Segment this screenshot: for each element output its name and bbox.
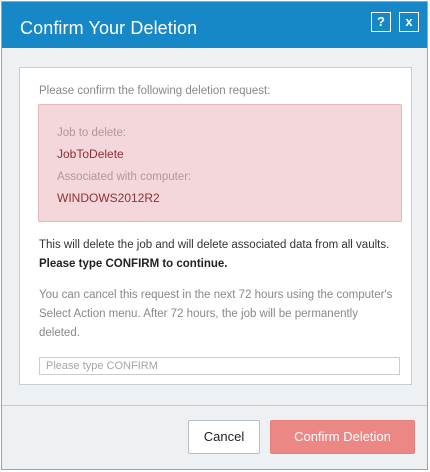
warning-text: This will delete the job and will delete…: [39, 236, 399, 274]
dialog-footer: Cancel Confirm Deletion: [2, 406, 427, 469]
job-label: Job to delete:: [57, 127, 127, 139]
content-panel: Please confirm the following deletion re…: [19, 67, 412, 385]
cancel-info-text: You can cancel this request in the next …: [39, 289, 393, 339]
help-icon[interactable]: ?: [371, 12, 391, 32]
cancel-button[interactable]: Cancel: [188, 420, 260, 454]
dialog-titlebar: Confirm Your Deletion ? x: [2, 2, 427, 48]
dialog-title: Confirm Your Deletion: [20, 18, 198, 38]
dialog-body: Please confirm the following deletion re…: [2, 48, 427, 406]
confirm-deletion-button[interactable]: Confirm Deletion: [270, 420, 415, 454]
deletion-details-box: Job to delete: JobToDelete Associated wi…: [38, 104, 402, 222]
confirm-input[interactable]: [39, 357, 400, 375]
close-icon[interactable]: x: [399, 12, 419, 32]
job-value: JobToDelete: [57, 147, 124, 161]
warning-text-bold: Please type CONFIRM to continue.: [39, 258, 228, 270]
computer-value: WINDOWS2012R2: [57, 191, 160, 205]
warning-text-body: This will delete the job and will delete…: [39, 239, 390, 251]
confirm-deletion-dialog: Confirm Your Deletion ? x Please confirm…: [1, 1, 428, 470]
intro-text: Please confirm the following deletion re…: [39, 85, 271, 97]
computer-label: Associated with computer:: [57, 171, 192, 183]
